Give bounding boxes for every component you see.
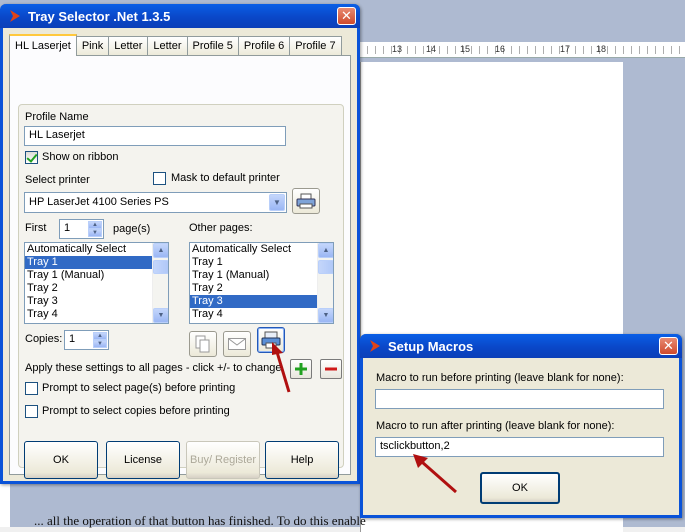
copies-value: 1 bbox=[69, 333, 76, 345]
list-item[interactable]: Tray 3 bbox=[190, 295, 333, 308]
profile-tabs: HL Laserjet Pink Letter Letter Profile 5… bbox=[9, 34, 342, 56]
macros-button[interactable] bbox=[257, 327, 285, 353]
first-pages-stepper[interactable]: 1 ▲ ▼ bbox=[59, 219, 104, 239]
other-pages-label: Other pages: bbox=[189, 222, 253, 234]
first-tray-list[interactable]: Automatically Select Tray 1 Tray 1 (Manu… bbox=[24, 242, 169, 324]
select-printer-label: Select printer bbox=[25, 174, 90, 186]
tray-selector-window: Tray Selector .Net 1.3.5 ✕ HL Laserjet P… bbox=[0, 4, 360, 484]
profile-name-input[interactable]: HL Laserjet bbox=[24, 126, 286, 146]
apply-settings-text: Apply these settings to all pages - clic… bbox=[25, 362, 282, 374]
copy-settings-button[interactable] bbox=[189, 331, 217, 357]
settings-group: Profile Name HL Laserjet Show on ribbon … bbox=[18, 104, 344, 479]
list-item[interactable]: Tray 1 (Manual) bbox=[25, 269, 168, 282]
list-item[interactable]: Tray 2 bbox=[190, 282, 333, 295]
tab-letter[interactable]: Letter bbox=[108, 36, 149, 56]
chevron-down-icon[interactable]: ▼ bbox=[269, 194, 285, 211]
before-macro-input[interactable] bbox=[375, 389, 664, 409]
scroll-thumb[interactable] bbox=[153, 260, 168, 274]
spin-up-icon[interactable]: ▲ bbox=[88, 221, 102, 229]
scroll-down-icon[interactable]: ▼ bbox=[318, 308, 333, 323]
pages-label: page(s) bbox=[113, 223, 151, 235]
title-bar[interactable]: Tray Selector .Net 1.3.5 ✕ bbox=[0, 4, 360, 28]
list-item[interactable]: Automatically Select bbox=[25, 243, 168, 256]
list-item[interactable]: Tray 4 bbox=[190, 308, 333, 321]
scroll-up-icon[interactable]: ▲ bbox=[318, 243, 333, 258]
spin-down-icon[interactable]: ▼ bbox=[93, 340, 107, 348]
list-item[interactable]: Tray 1 (Manual) bbox=[190, 269, 333, 282]
first-label: First bbox=[25, 222, 47, 234]
show-on-ribbon-label: Show on ribbon bbox=[42, 151, 119, 163]
minus-icon bbox=[325, 367, 337, 371]
macro-dialog-body: Macro to run before printing (leave blan… bbox=[363, 358, 679, 515]
remove-button[interactable] bbox=[320, 359, 342, 379]
ruler-label: 17 bbox=[560, 44, 571, 54]
list-item[interactable]: Tray 4 bbox=[25, 308, 168, 321]
buy-register-button[interactable]: Buy/ Register bbox=[186, 441, 260, 479]
copies-stepper[interactable]: 1 ▲ ▼ bbox=[64, 330, 109, 350]
close-button[interactable]: ✕ bbox=[337, 7, 356, 25]
scroll-thumb[interactable] bbox=[318, 260, 333, 274]
app-icon bbox=[370, 340, 380, 352]
envelope-icon bbox=[228, 338, 246, 350]
list-item[interactable]: Tray 2 bbox=[25, 282, 168, 295]
close-button[interactable]: ✕ bbox=[659, 337, 678, 355]
add-button[interactable] bbox=[290, 359, 312, 379]
horizontal-ruler: 13 14 15 16 17 18 bbox=[360, 42, 685, 58]
scrollbar[interactable]: ▲ ▼ bbox=[152, 243, 168, 323]
printer-value: HP LaserJet 4100 Series PS bbox=[29, 196, 169, 208]
macro-printer-icon bbox=[261, 331, 281, 349]
app-icon bbox=[10, 10, 20, 22]
macro-ok-button[interactable]: OK bbox=[480, 472, 560, 504]
printer-select[interactable]: HP LaserJet 4100 Series PS ▼ bbox=[24, 192, 287, 213]
tab-panel: Profile Name HL Laserjet Show on ribbon … bbox=[9, 55, 351, 479]
scroll-up-icon[interactable]: ▲ bbox=[153, 243, 168, 258]
list-item[interactable]: Tray 1 bbox=[190, 256, 333, 269]
prompt-pages-checkbox[interactable] bbox=[25, 382, 38, 395]
tab-profile-6[interactable]: Profile 6 bbox=[237, 36, 291, 56]
list-item[interactable]: Automatically Select bbox=[190, 243, 333, 256]
ruler-label: 15 bbox=[460, 44, 471, 54]
spin-down-icon[interactable]: ▼ bbox=[88, 229, 102, 237]
list-item[interactable]: Tray 3 bbox=[25, 295, 168, 308]
prompt-copies-label: Prompt to select copies before printing bbox=[42, 405, 230, 417]
scrollbar[interactable]: ▲ ▼ bbox=[317, 243, 333, 323]
prompt-copies-checkbox[interactable] bbox=[25, 405, 38, 418]
printer-properties-button[interactable] bbox=[292, 188, 320, 214]
prompt-pages-label: Prompt to select page(s) before printing bbox=[42, 382, 236, 394]
plus-icon bbox=[295, 363, 307, 375]
profile-name-label: Profile Name bbox=[25, 111, 89, 123]
setup-macros-window: Setup Macros ✕ Macro to run before print… bbox=[360, 334, 682, 518]
window-title: Tray Selector .Net 1.3.5 bbox=[28, 8, 171, 24]
ruler-label: 18 bbox=[596, 44, 607, 54]
show-on-ribbon-checkbox[interactable] bbox=[25, 151, 38, 164]
ruler-label: 13 bbox=[392, 44, 403, 54]
printer-icon bbox=[296, 193, 316, 209]
license-button[interactable]: License bbox=[106, 441, 180, 479]
copies-label: Copies: bbox=[25, 333, 63, 345]
after-macro-label: Macro to run after printing (leave blank… bbox=[376, 420, 615, 432]
tab-hl-laserjet[interactable]: HL Laserjet bbox=[9, 34, 77, 56]
copy-icon bbox=[195, 335, 210, 353]
ok-button[interactable]: OK bbox=[24, 441, 98, 479]
tab-pink[interactable]: Pink bbox=[75, 36, 110, 56]
mask-default-checkbox[interactable] bbox=[153, 172, 166, 185]
after-macro-input[interactable]: tsclickbutton,2 bbox=[375, 437, 664, 457]
email-button[interactable] bbox=[223, 331, 251, 357]
ruler-label: 16 bbox=[495, 44, 506, 54]
window-title: Setup Macros bbox=[388, 338, 474, 354]
other-tray-list[interactable]: Automatically Select Tray 1 Tray 1 (Manu… bbox=[189, 242, 334, 324]
list-item[interactable]: Tray 1 bbox=[25, 256, 168, 269]
tab-profile-5[interactable]: Profile 5 bbox=[186, 36, 239, 56]
ruler-label: 14 bbox=[426, 44, 437, 54]
help-button[interactable]: Help bbox=[265, 441, 339, 479]
title-bar[interactable]: Setup Macros ✕ bbox=[360, 334, 682, 358]
scroll-down-icon[interactable]: ▼ bbox=[153, 308, 168, 323]
before-macro-label: Macro to run before printing (leave blan… bbox=[376, 372, 624, 384]
first-pages-value: 1 bbox=[64, 222, 71, 234]
mask-default-label: Mask to default printer bbox=[171, 172, 280, 184]
tab-letter-2[interactable]: Letter bbox=[147, 36, 188, 56]
spin-up-icon[interactable]: ▲ bbox=[93, 332, 107, 340]
tab-profile-7[interactable]: Profile 7 bbox=[289, 36, 342, 56]
